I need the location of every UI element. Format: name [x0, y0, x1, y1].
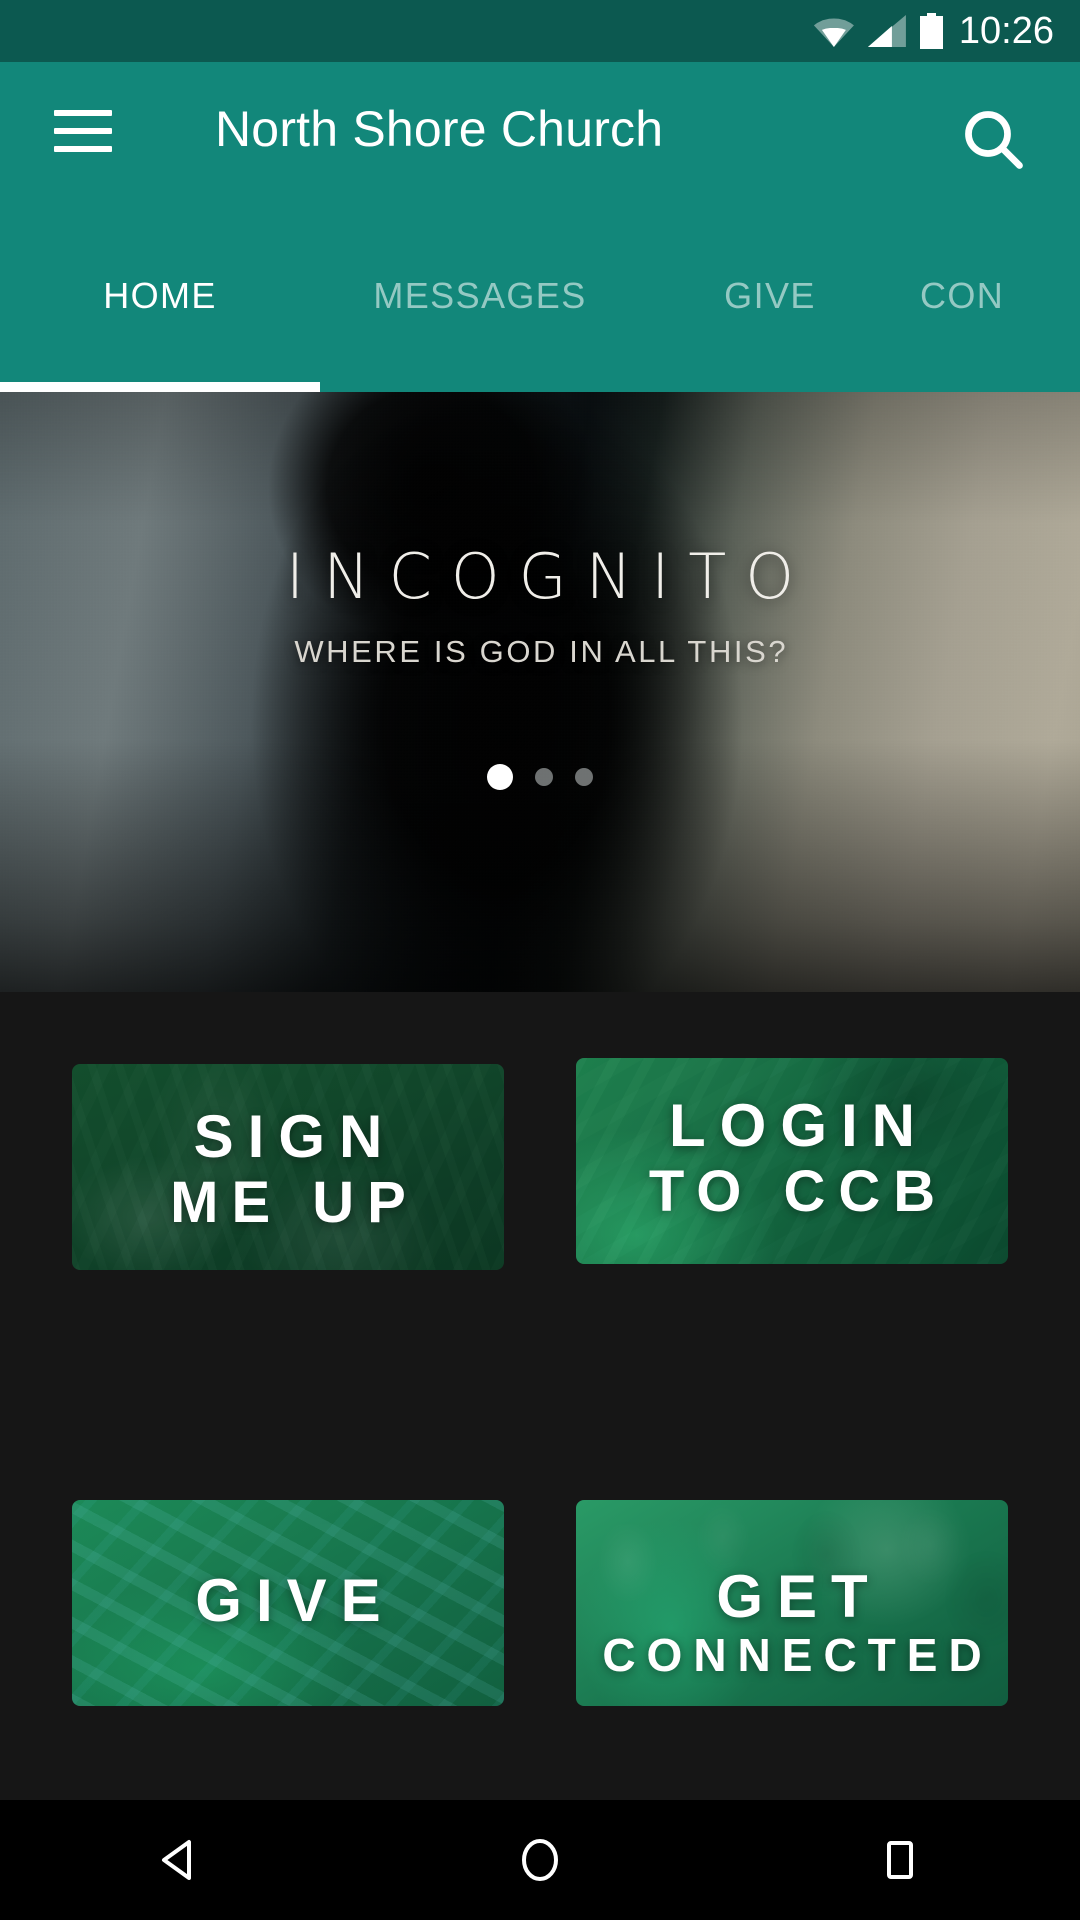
app-screen: 10:26 North Shore Church HOME MESSAGES G… — [0, 0, 1080, 1920]
status-clock: 10:26 — [958, 10, 1054, 52]
carousel-dot-3[interactable] — [575, 768, 593, 786]
tab-messages[interactable]: MESSAGES — [320, 200, 640, 392]
hero-carousel[interactable]: INCOGNITO WHERE IS GOD IN ALL THIS? — [0, 392, 1080, 992]
tab-give[interactable]: GIVE — [640, 200, 900, 392]
status-bar: 10:26 — [0, 0, 1080, 62]
active-tab-indicator — [0, 382, 320, 392]
status-icons — [813, 13, 943, 49]
tile-label-line2: ME UP — [170, 1170, 419, 1235]
tile-sign-me-up[interactable]: SIGN ME UP — [72, 1064, 504, 1270]
tile-label-line1: GET — [716, 1563, 882, 1630]
wifi-icon — [813, 15, 854, 47]
back-triangle-icon[interactable] — [105, 1800, 255, 1920]
app-header: North Shore Church HOME MESSAGES GIVE CO… — [0, 62, 1080, 392]
hamburger-menu-icon[interactable] — [54, 110, 112, 152]
tab-bar: HOME MESSAGES GIVE CON — [0, 200, 1080, 392]
tile-label-line2: CONNECTED — [602, 1629, 993, 1681]
hero-title: INCOGNITO — [285, 540, 814, 613]
android-nav-bar — [0, 1800, 1080, 1920]
hero-vignette-overlay — [0, 392, 1080, 992]
battery-icon — [919, 13, 943, 49]
tile-grid: SIGN ME UP LOGIN TO CCB GIVE GET CONNECT… — [0, 992, 1080, 1800]
tile-login-to-ccb[interactable]: LOGIN TO CCB — [576, 1058, 1008, 1264]
app-bar: North Shore Church — [0, 62, 1080, 200]
tile-get-connected[interactable]: GET CONNECTED — [576, 1500, 1008, 1706]
carousel-dot-1[interactable] — [487, 764, 513, 790]
recents-square-icon[interactable] — [825, 1800, 975, 1920]
tile-label-line1: GIVE — [195, 1567, 395, 1634]
home-circle-icon[interactable] — [465, 1800, 615, 1920]
tile-label-line2: TO CCB — [648, 1159, 949, 1224]
carousel-dot-2[interactable] — [535, 768, 553, 786]
cell-signal-icon — [867, 15, 906, 47]
search-icon[interactable] — [958, 104, 1030, 176]
carousel-dots — [0, 764, 1080, 790]
tab-home[interactable]: HOME — [0, 200, 320, 392]
tile-give[interactable]: GIVE — [72, 1500, 504, 1706]
hero-subtitle: WHERE IS GOD IN ALL THIS? — [294, 634, 789, 669]
tile-label-line1: LOGIN — [669, 1092, 929, 1159]
page-title: North Shore Church — [215, 101, 664, 157]
tile-label-line1: SIGN — [193, 1103, 397, 1170]
tab-connect[interactable]: CON — [900, 200, 1080, 392]
